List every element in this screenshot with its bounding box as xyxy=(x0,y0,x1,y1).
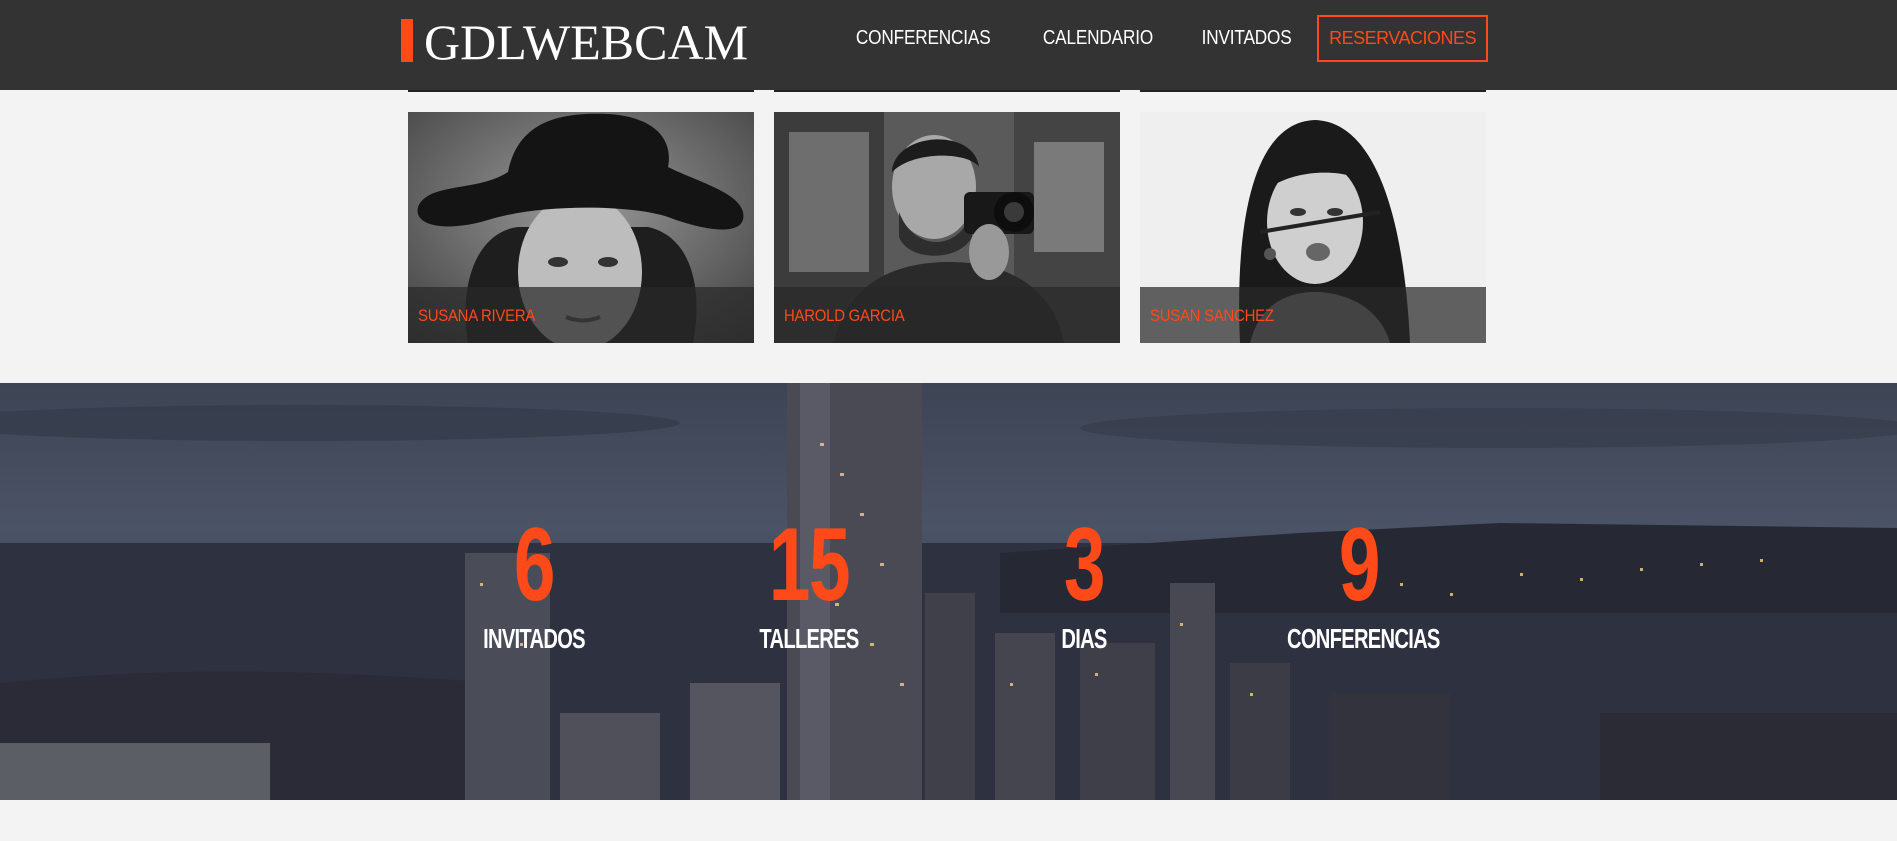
stat-number: 6 xyxy=(513,507,556,623)
guest-name: SUSAN SANCHEZ xyxy=(1150,306,1274,325)
guest-card-susana-rivera[interactable]: SUSANA RIVERA xyxy=(408,112,754,343)
stat-number: 3 xyxy=(1063,507,1106,623)
stat-number: 15 xyxy=(768,507,851,623)
nav-link-invitados[interactable]: INVITADOS xyxy=(1201,27,1291,50)
guest-name: HAROLD GARCIA xyxy=(784,306,905,325)
stat-talleres: 15 TALLERES xyxy=(709,513,909,655)
divider xyxy=(408,90,754,92)
guest-caption: SUSAN SANCHEZ xyxy=(1140,287,1486,343)
stat-number: 9 xyxy=(1338,507,1381,623)
nav-link-calendario[interactable]: CALENDARIO xyxy=(1042,27,1152,50)
site-logo[interactable]: GDLWEBCAM xyxy=(424,14,748,70)
stat-invitados: 6 INVITADOS xyxy=(434,513,634,655)
guest-caption: SUSANA RIVERA xyxy=(408,287,754,343)
stat-conferencias: 9 CONFERENCIAS xyxy=(1259,513,1459,655)
guest-card-harold-garcia[interactable]: HAROLD GARCIA xyxy=(774,112,1120,343)
logo-accent-bar xyxy=(401,19,413,62)
nav-button-reservaciones[interactable]: RESERVACIONES xyxy=(1317,14,1488,62)
nav-link-conferencias[interactable]: CONFERENCIAS xyxy=(856,27,991,50)
city-background-image xyxy=(0,383,1897,800)
stat-label: CONFERENCIAS xyxy=(1287,623,1440,654)
divider xyxy=(774,90,1120,92)
guest-name: SUSANA RIVERA xyxy=(418,306,536,325)
stat-label: DIAS xyxy=(1061,623,1107,654)
main-nav: CONFERENCIAS CALENDARIO INVITADOS RESERV… xyxy=(800,13,1488,63)
divider xyxy=(1140,90,1486,92)
stats-section: 6 INVITADOS 15 TALLERES 3 DIAS 9 CONFERE… xyxy=(0,383,1897,800)
stat-label: TALLERES xyxy=(759,623,859,654)
stat-dias: 3 DIAS xyxy=(984,513,1184,655)
guest-caption: HAROLD GARCIA xyxy=(774,287,1120,343)
guest-card-susan-sanchez[interactable]: SUSAN SANCHEZ xyxy=(1140,112,1486,343)
stat-label: INVITADOS xyxy=(483,623,586,654)
site-header: GDLWEBCAM CONFERENCIAS CALENDARIO INVITA… xyxy=(0,0,1897,90)
